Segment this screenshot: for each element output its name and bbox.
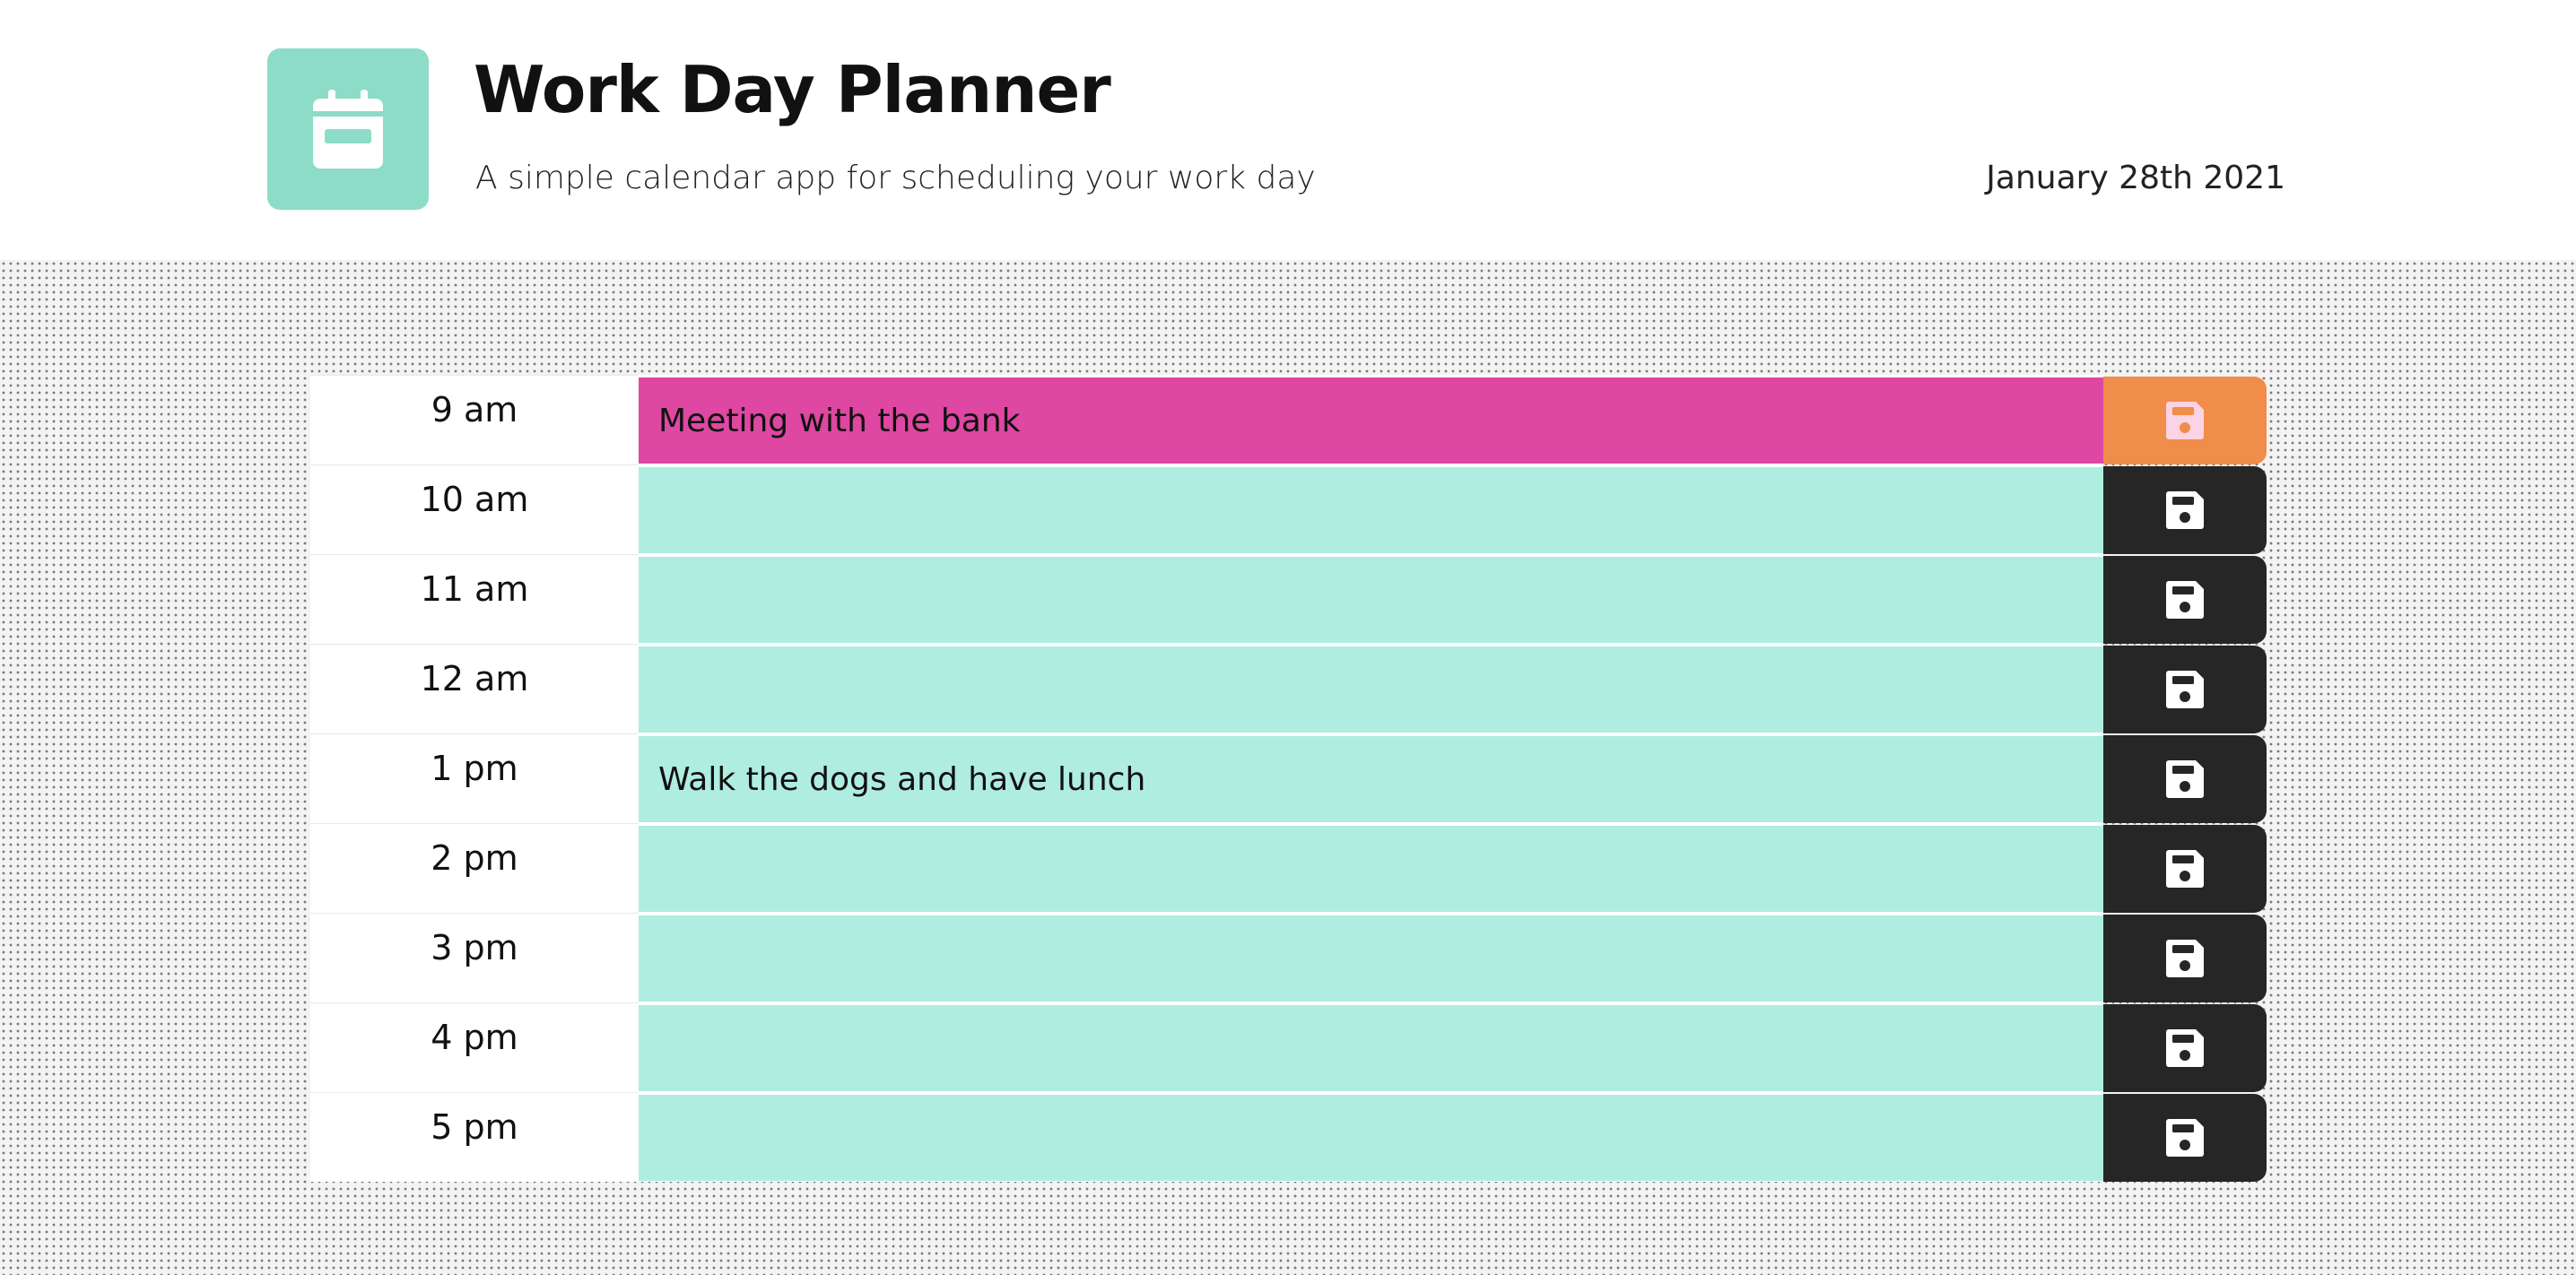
task-input[interactable] — [639, 644, 2103, 733]
task-input[interactable] — [639, 1092, 2103, 1182]
task-input[interactable] — [639, 1002, 2103, 1092]
save-button[interactable] — [2103, 466, 2267, 554]
task-input[interactable]: Meeting with the bank — [639, 375, 2103, 464]
hour-label: 11 am — [310, 554, 639, 644]
task-input[interactable] — [639, 913, 2103, 1002]
floppy-disk-icon — [2166, 760, 2204, 798]
save-button[interactable] — [2103, 377, 2267, 464]
time-block-list: 9 am Meeting with the bank 10 am 11 am 1… — [310, 375, 2269, 1182]
time-block-row: 12 am — [310, 644, 2269, 733]
task-input[interactable] — [639, 823, 2103, 913]
page-subtitle: A simple calendar app for scheduling you… — [475, 160, 1316, 196]
task-input[interactable] — [639, 464, 2103, 554]
save-button[interactable] — [2103, 825, 2267, 913]
current-date: January 28th 2021 — [1986, 160, 2285, 196]
time-block-row: 2 pm — [310, 823, 2269, 913]
hour-label: 4 pm — [310, 1002, 639, 1092]
time-block-row: 11 am — [310, 554, 2269, 644]
hour-label: 12 am — [310, 644, 639, 733]
app-logo — [267, 48, 429, 210]
hour-label: 3 pm — [310, 913, 639, 1002]
hour-label: 10 am — [310, 464, 639, 554]
time-block-row: 4 pm — [310, 1002, 2269, 1092]
save-button[interactable] — [2103, 1094, 2267, 1182]
save-button[interactable] — [2103, 646, 2267, 733]
time-block-row: 1 pm Walk the dogs and have lunch — [310, 733, 2269, 823]
time-block-row: 3 pm — [310, 913, 2269, 1002]
page-header: Work Day Planner A simple calendar app f… — [0, 0, 2576, 260]
time-block-row: 5 pm — [310, 1092, 2269, 1182]
task-input[interactable]: Walk the dogs and have lunch — [639, 733, 2103, 823]
hour-label: 2 pm — [310, 823, 639, 913]
floppy-disk-icon — [2166, 940, 2204, 977]
hour-label: 9 am — [310, 375, 639, 464]
save-button[interactable] — [2103, 556, 2267, 644]
save-button[interactable] — [2103, 735, 2267, 823]
time-block-row: 9 am Meeting with the bank — [310, 375, 2269, 464]
page-title: Work Day Planner — [474, 52, 1111, 127]
floppy-disk-icon — [2166, 1119, 2204, 1157]
floppy-disk-icon — [2166, 491, 2204, 529]
planner-background: 9 am Meeting with the bank 10 am 11 am 1… — [0, 260, 2576, 1275]
floppy-disk-icon — [2166, 402, 2204, 439]
hour-label: 1 pm — [310, 733, 639, 823]
floppy-disk-icon — [2166, 1029, 2204, 1067]
floppy-disk-icon — [2166, 671, 2204, 708]
floppy-disk-icon — [2166, 850, 2204, 888]
task-input[interactable] — [639, 554, 2103, 644]
hour-label: 5 pm — [310, 1092, 639, 1182]
save-button[interactable] — [2103, 1004, 2267, 1092]
calendar-icon — [313, 90, 383, 169]
floppy-disk-icon — [2166, 581, 2204, 619]
save-button[interactable] — [2103, 915, 2267, 1002]
time-block-row: 10 am — [310, 464, 2269, 554]
